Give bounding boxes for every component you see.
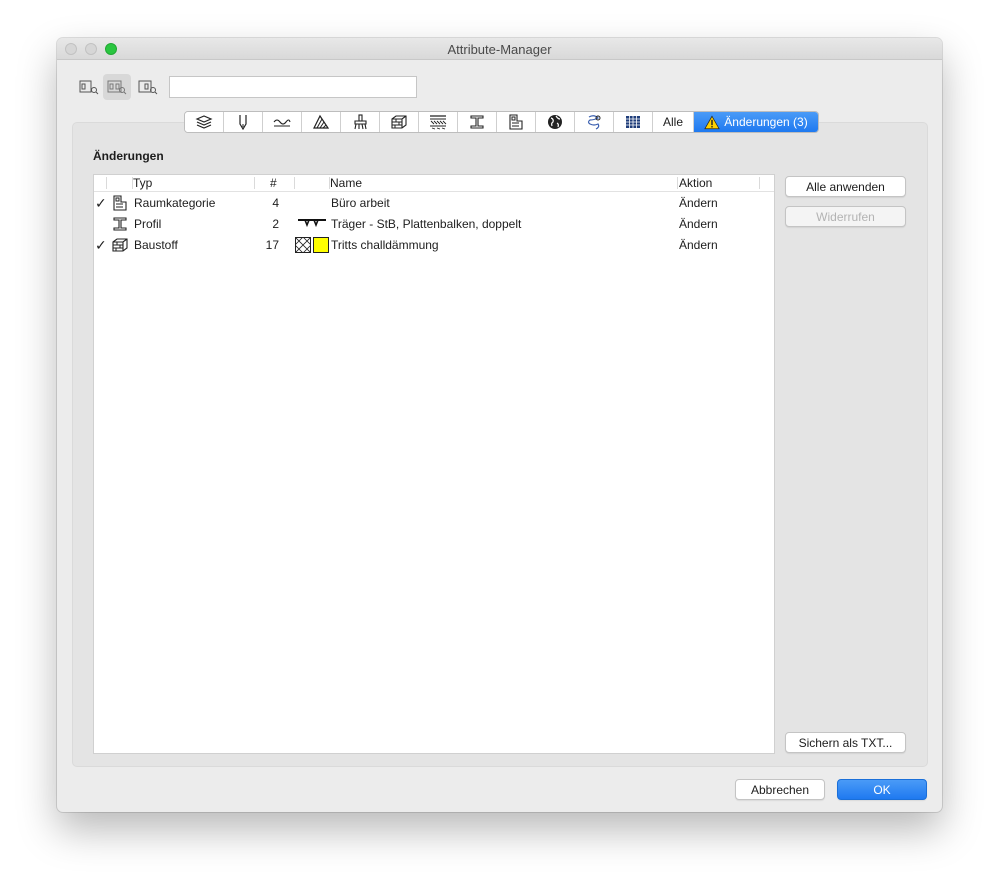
view-both-button[interactable]	[103, 74, 131, 100]
column-separator	[677, 177, 678, 189]
material-color-swatch	[313, 237, 329, 253]
fill-icon	[313, 114, 330, 129]
tab-mep-systems[interactable]	[575, 112, 614, 132]
ok-button[interactable]: OK	[837, 779, 927, 800]
row-number: 2	[272, 217, 279, 231]
tab-line-types[interactable]	[263, 112, 302, 132]
column-separator	[759, 177, 760, 189]
tab-zone-categories[interactable]	[497, 112, 536, 132]
column-separator	[294, 177, 295, 189]
undo-button[interactable]: Widerrufen	[785, 206, 906, 227]
profile-icon	[470, 115, 484, 129]
beam-profile-preview-icon	[298, 219, 326, 228]
column-header-number[interactable]: #	[270, 176, 277, 190]
tab-composites[interactable]	[419, 112, 458, 132]
column-header-aktion[interactable]: Aktion	[679, 176, 712, 190]
zone-category-icon	[113, 195, 127, 211]
grid-table-icon	[626, 116, 640, 128]
table-row[interactable]: ✓ Raumkategorie 4 Büro arbeit Ändern	[94, 193, 774, 214]
column-header-typ[interactable]: Typ	[133, 176, 152, 190]
view-both-icon	[107, 80, 127, 95]
mep-icon	[587, 115, 601, 130]
check-mark-icon[interactable]: ✓	[95, 195, 109, 212]
warning-icon	[704, 115, 721, 129]
row-aktion: Ändern	[679, 196, 718, 210]
view-right-button[interactable]	[134, 74, 162, 100]
row-number: 4	[272, 196, 279, 210]
tab-all[interactable]: Alle	[653, 112, 694, 132]
building-material-icon	[391, 115, 407, 129]
check-mark-icon[interactable]: ✓	[95, 237, 109, 254]
attribute-manager-window: Attribute-Manager Alle Änderungen (3) Än…	[57, 38, 942, 812]
column-header-name[interactable]: Name	[330, 176, 362, 190]
column-separator	[254, 177, 255, 189]
row-typ: Baustoff	[134, 238, 178, 252]
changes-table: Typ # Name Aktion ✓ Raumkategorie 4 Büro…	[93, 174, 775, 754]
column-separator	[106, 177, 107, 189]
search-input[interactable]	[169, 76, 417, 98]
hatch-swatch-icon	[295, 237, 311, 253]
composite-icon	[430, 115, 447, 130]
view-right-icon	[138, 80, 158, 95]
tab-all-label: Alle	[662, 115, 683, 129]
building-material-icon	[112, 238, 128, 252]
title-bar: Attribute-Manager	[57, 38, 942, 60]
row-typ: Raumkategorie	[134, 196, 216, 210]
layers-icon	[195, 115, 213, 129]
globe-icon	[548, 115, 562, 129]
tab-changes[interactable]: Änderungen (3)	[694, 112, 818, 132]
tab-fills[interactable]	[302, 112, 341, 132]
section-title: Änderungen	[93, 149, 164, 163]
save-as-txt-button[interactable]: Sichern als TXT...	[785, 732, 906, 753]
tab-layers[interactable]	[185, 112, 224, 132]
table-row[interactable]: ✓ Baustoff 17 Tritts challdämmung Ändern	[94, 235, 774, 256]
row-name: Büro arbeit	[331, 196, 390, 210]
table-header: Typ # Name Aktion	[94, 175, 774, 192]
zone-category-icon	[509, 114, 523, 130]
view-left-icon	[79, 80, 99, 95]
view-left-button[interactable]	[75, 74, 103, 100]
tab-tables[interactable]	[614, 112, 653, 132]
cancel-button[interactable]: Abbrechen	[735, 779, 825, 800]
tab-building-materials[interactable]	[380, 112, 419, 132]
line-type-icon	[273, 119, 291, 127]
row-name: Tritts challdämmung	[331, 238, 439, 252]
attribute-type-tabbar: Alle Änderungen (3)	[184, 111, 819, 133]
row-number: 17	[265, 238, 279, 252]
tab-environment[interactable]	[536, 112, 575, 132]
profile-icon	[113, 217, 127, 231]
surface-icon	[354, 114, 367, 130]
tab-pens[interactable]	[224, 112, 263, 132]
tab-surfaces[interactable]	[341, 112, 380, 132]
row-aktion: Ändern	[679, 217, 718, 231]
window-title: Attribute-Manager	[447, 42, 552, 57]
tab-changes-label: Änderungen (3)	[724, 115, 808, 129]
pen-icon	[239, 115, 247, 130]
row-aktion: Ändern	[679, 238, 718, 252]
table-row[interactable]: Profil 2 Träger - StB, Plattenbalken, do…	[94, 214, 774, 235]
tab-profiles[interactable]	[458, 112, 497, 132]
row-typ: Profil	[134, 217, 162, 231]
apply-all-button[interactable]: Alle anwenden	[785, 176, 906, 197]
row-name: Träger - StB, Plattenbalken, doppelt	[331, 217, 522, 231]
